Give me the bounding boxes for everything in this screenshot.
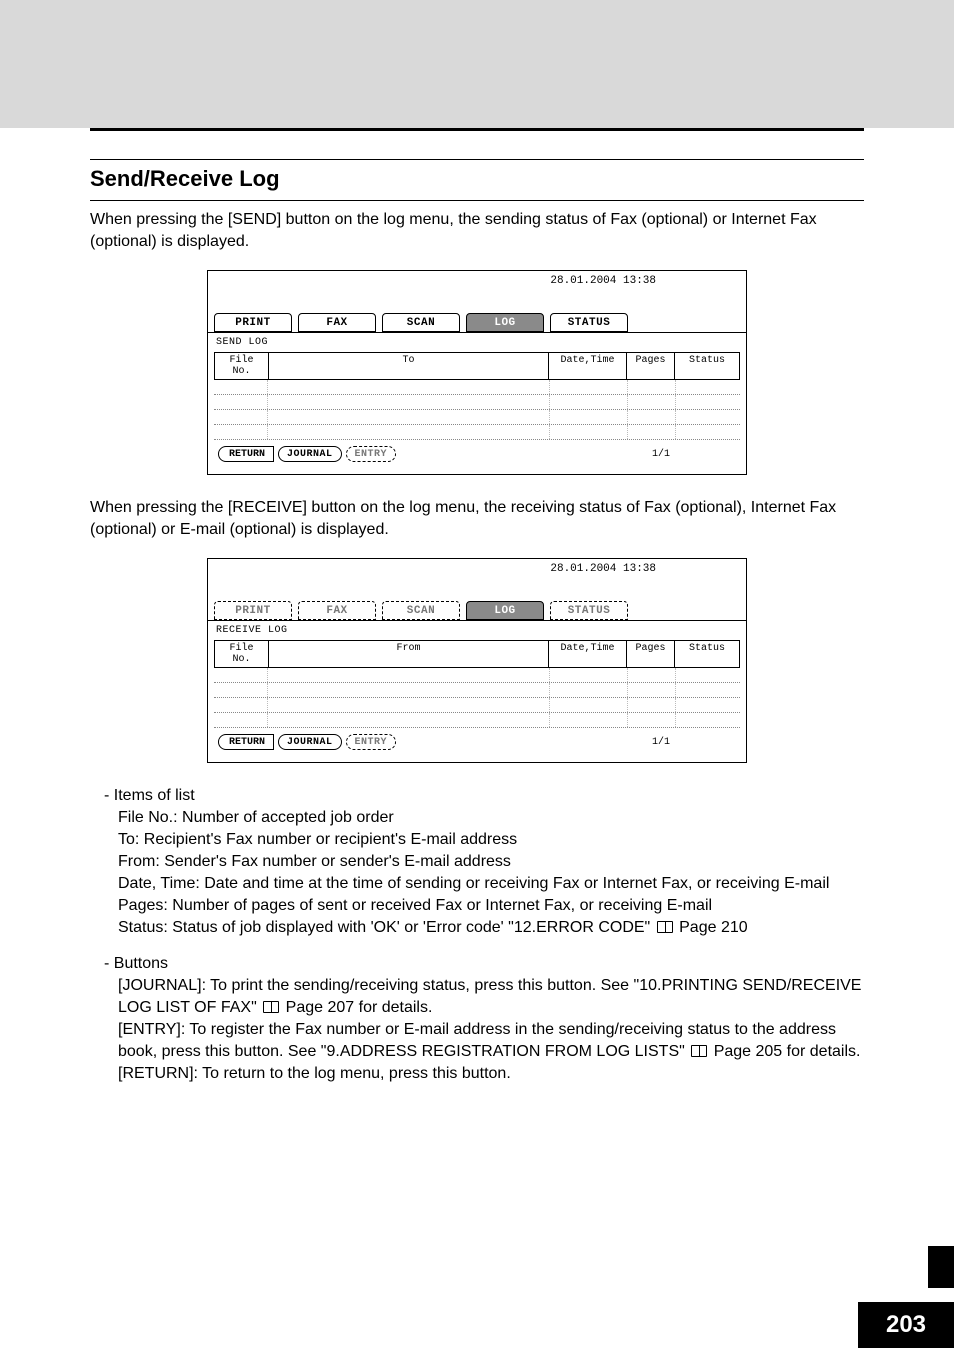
item-pages: Pages: Number of pages of sent or receiv… (118, 895, 864, 917)
tab-scan[interactable]: SCAN (382, 313, 460, 332)
lcd-table-header: File No. From Date,Time Pages Status (214, 640, 740, 668)
item-file-no: File No.: Number of accepted job order (118, 807, 864, 829)
page-indicator: 1/1 (652, 449, 732, 460)
item-from: From: Sender's Fax number or sender's E-… (118, 851, 864, 873)
page-indicator: 1/1 (652, 737, 732, 748)
col-datetime: Date,Time (549, 353, 627, 379)
tab-log[interactable]: LOG (466, 601, 544, 620)
lcd-subtitle-send: SEND LOG (214, 335, 740, 352)
lcd-send-log: 28.01.2004 13:38 PRINT FAX SCAN LOG STAT… (207, 270, 747, 475)
tab-status[interactable]: STATUS (550, 313, 628, 332)
col-pages: Pages (627, 641, 675, 667)
lcd-rows (214, 380, 740, 440)
send-intro-text: When pressing the [SEND] button on the l… (90, 209, 864, 252)
journal-button[interactable]: JOURNAL (278, 734, 342, 750)
side-thumb-tab (928, 1246, 954, 1288)
item-status-page: Page 210 (675, 919, 748, 936)
item-to: To: Recipient's Fax number or recipient'… (118, 829, 864, 851)
table-row (214, 698, 740, 713)
journal-button[interactable]: JOURNAL (278, 446, 342, 462)
col-status: Status (675, 641, 739, 667)
buttons-heading: - Buttons (90, 953, 864, 975)
page-number: 203 (858, 1302, 954, 1348)
lcd-receive-log: 28.01.2004 13:38 PRINT FAX SCAN LOG STAT… (207, 558, 747, 763)
col-from: From (269, 641, 549, 667)
header-gray-band (0, 0, 954, 128)
col-pages: Pages (627, 353, 675, 379)
items-heading: - Items of list (90, 785, 864, 807)
rule-below-title (90, 200, 864, 201)
lcd-subtitle-receive: RECEIVE LOG (214, 623, 740, 640)
entry-button[interactable]: ENTRY (346, 446, 397, 462)
col-file-no: File No. (215, 641, 269, 667)
lcd-rows (214, 668, 740, 728)
tab-log[interactable]: LOG (466, 313, 544, 332)
receive-intro-text: When pressing the [RECEIVE] button on th… (90, 497, 864, 540)
book-icon (691, 1045, 707, 1057)
table-row (214, 683, 740, 698)
table-row (214, 668, 740, 683)
item-status-text: Status: Status of job displayed with 'OK… (118, 919, 650, 936)
book-icon (657, 921, 673, 933)
book-icon (263, 1001, 279, 1013)
buttons-entry-page: Page 205 for details. (709, 1043, 860, 1060)
lcd-timestamp: 28.01.2004 13:38 (550, 563, 656, 575)
tab-status[interactable]: STATUS (550, 601, 628, 620)
buttons-journal: [JOURNAL]: To print the sending/receivin… (118, 975, 864, 1019)
table-row (214, 380, 740, 395)
item-status: Status: Status of job displayed with 'OK… (118, 917, 864, 939)
lcd-timestamp: 28.01.2004 13:38 (550, 275, 656, 287)
return-button[interactable]: RETURN (218, 734, 274, 750)
section-title: Send/Receive Log (90, 160, 864, 196)
col-to: To (269, 353, 549, 379)
tab-print[interactable]: PRINT (214, 601, 292, 620)
buttons-journal-text: [JOURNAL]: To print the sending/receivin… (118, 977, 861, 1016)
entry-button[interactable]: ENTRY (346, 734, 397, 750)
tab-print[interactable]: PRINT (214, 313, 292, 332)
table-row (214, 395, 740, 410)
rule-thick (90, 128, 864, 131)
buttons-entry: [ENTRY]: To register the Fax number or E… (118, 1019, 864, 1063)
col-file-no: File No. (215, 353, 269, 379)
tab-scan[interactable]: SCAN (382, 601, 460, 620)
col-datetime: Date,Time (549, 641, 627, 667)
tab-fax[interactable]: FAX (298, 601, 376, 620)
return-button[interactable]: RETURN (218, 446, 274, 462)
item-datetime: Date, Time: Date and time at the time of… (118, 873, 864, 895)
table-row (214, 713, 740, 728)
table-row (214, 410, 740, 425)
col-status: Status (675, 353, 739, 379)
lcd-table-header: File No. To Date,Time Pages Status (214, 352, 740, 380)
buttons-journal-page: Page 207 for details. (281, 999, 432, 1016)
buttons-return: [RETURN]: To return to the log menu, pre… (118, 1063, 864, 1085)
table-row (214, 425, 740, 440)
tab-fax[interactable]: FAX (298, 313, 376, 332)
